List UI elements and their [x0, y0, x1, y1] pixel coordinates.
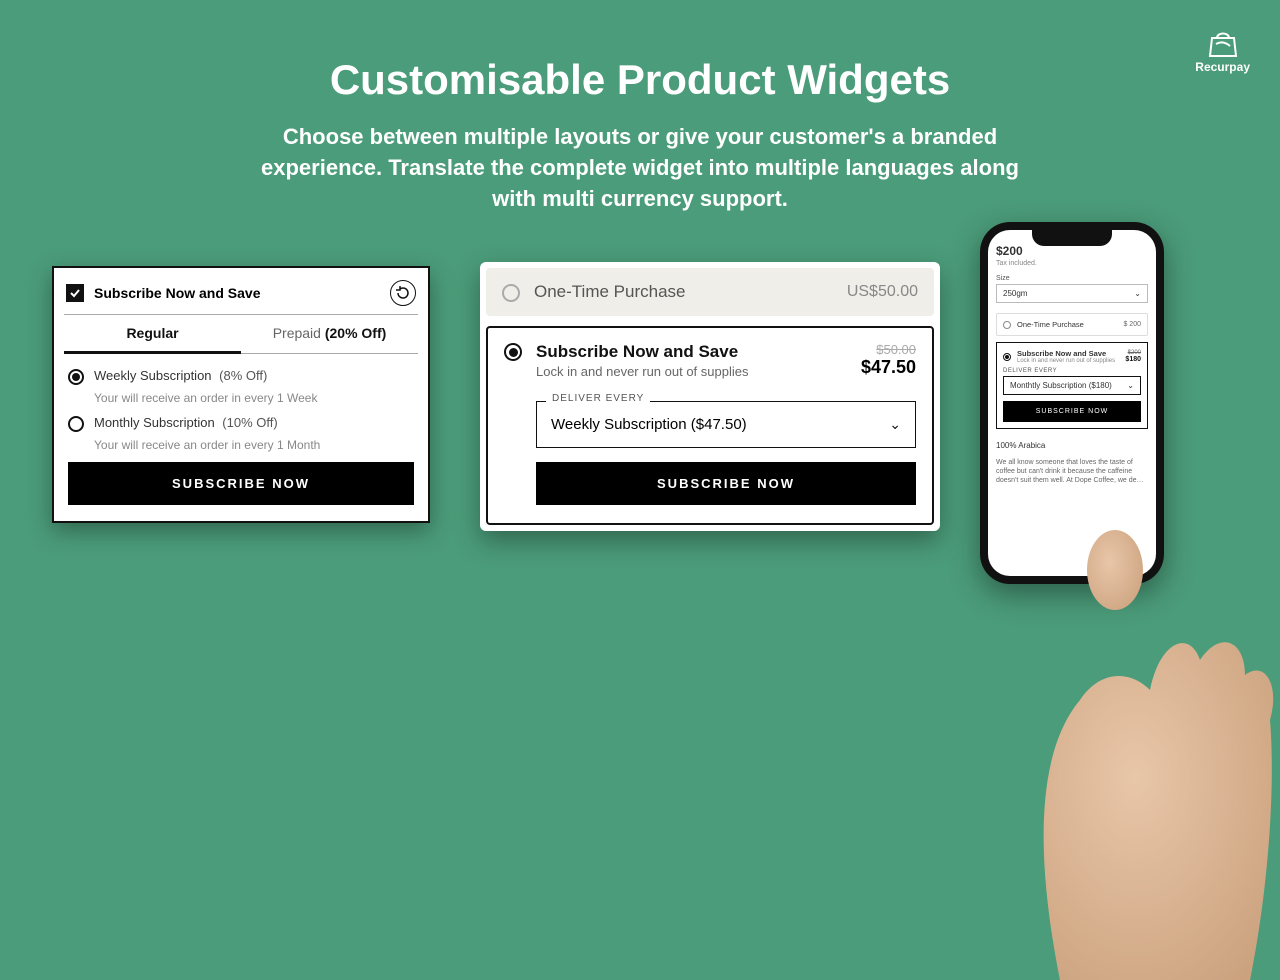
page-subtitle: Choose between multiple layouts or give … [260, 122, 1020, 214]
radio-icon [504, 343, 522, 361]
page-title: Customisable Product Widgets [0, 0, 1280, 104]
option-weekly-desc: Your will receive an order in every 1 We… [94, 391, 414, 405]
price-original: $50.00 [861, 342, 916, 357]
product-desc-body: We all know someone that loves the taste… [996, 458, 1148, 485]
product-desc-title: 100% Arabica [996, 441, 1148, 450]
radio-icon [1003, 353, 1011, 361]
one-time-option[interactable]: One-Time Purchase $ 200 [996, 313, 1148, 336]
phone-notch [1032, 230, 1112, 246]
phone-mockup: $200 Tax included. Size 250gm⌄ One-Time … [980, 222, 1164, 584]
one-time-option[interactable]: One-Time Purchase US$50.00 [486, 268, 934, 316]
one-time-price: US$50.00 [847, 283, 918, 301]
size-label: Size [996, 275, 1148, 282]
option-monthly[interactable]: Monthly Subscription (10% Off) [68, 415, 414, 432]
refresh-icon[interactable] [390, 280, 416, 306]
product-price: $200 [996, 244, 1148, 258]
phone-screen: $200 Tax included. Size 250gm⌄ One-Time … [988, 230, 1156, 576]
radio-icon [68, 416, 84, 432]
bag-icon [1206, 28, 1240, 58]
widget-layout-a: Subscribe Now and Save Regular Prepaid (… [52, 266, 430, 523]
subscribe-checkbox[interactable] [66, 284, 84, 302]
chevron-down-icon: ⌄ [1127, 381, 1134, 390]
brand-name: Recurpay [1195, 60, 1250, 74]
subscribe-option[interactable]: Subscribe Now and Save Lock in and never… [996, 342, 1148, 429]
deliver-every-label: DELIVER EVERY [546, 393, 650, 404]
deliver-every-label: DELIVER EVERY [1003, 368, 1141, 374]
widget-a-title: Subscribe Now and Save [94, 285, 261, 301]
frequency-select[interactable]: Monthtly Subscription ($180)⌄ [1003, 376, 1141, 395]
subscribe-option[interactable]: Subscribe Now and Save Lock in and never… [486, 326, 934, 525]
frequency-select[interactable]: Weekly Subscription ($47.50) ⌄ [536, 401, 916, 448]
subscribe-subtitle: Lock in and never run out of supplies [536, 364, 847, 379]
size-select[interactable]: 250gm⌄ [996, 284, 1148, 303]
subscribe-title: Subscribe Now and Save [536, 342, 847, 362]
widget-layout-b: One-Time Purchase US$50.00 Subscribe Now… [480, 262, 940, 531]
radio-icon [502, 284, 520, 302]
subscribe-button[interactable]: SUBSCRIBE NOW [536, 462, 916, 505]
one-time-label: One-Time Purchase [534, 282, 685, 302]
subscribe-button[interactable]: SUBSCRIBE NOW [1003, 401, 1141, 422]
option-weekly[interactable]: Weekly Subscription (8% Off) [68, 368, 414, 385]
option-monthly-desc: Your will receive an order in every 1 Mo… [94, 438, 414, 452]
subscribe-button[interactable]: SUBSCRIBE NOW [68, 462, 414, 505]
tab-regular[interactable]: Regular [64, 315, 241, 354]
tax-note: Tax included. [996, 260, 1148, 267]
price-discounted: $47.50 [861, 357, 916, 378]
radio-icon [1003, 321, 1011, 329]
chevron-down-icon: ⌄ [889, 416, 901, 433]
brand-logo: Recurpay [1195, 28, 1250, 74]
radio-icon [68, 369, 84, 385]
tab-prepaid[interactable]: Prepaid (20% Off) [241, 315, 418, 354]
chevron-down-icon: ⌄ [1134, 289, 1141, 298]
